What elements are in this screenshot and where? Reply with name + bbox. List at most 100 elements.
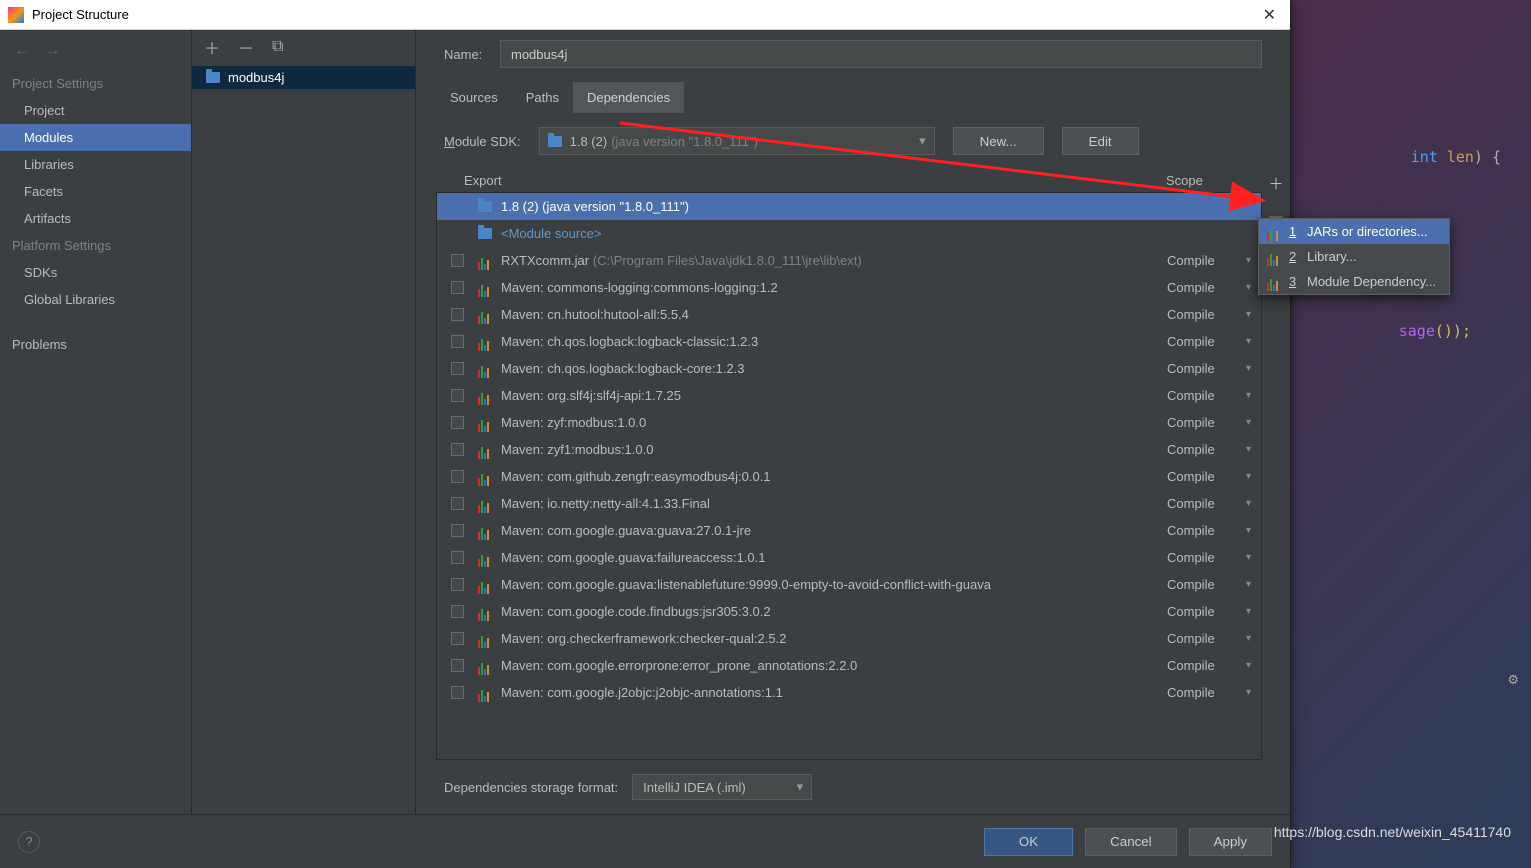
nav-item-modules[interactable]: Modules bbox=[0, 124, 191, 151]
scope-combo[interactable]: Compile bbox=[1167, 658, 1261, 673]
popup-item[interactable]: 1JARs or directories... bbox=[1259, 219, 1449, 244]
scope-combo[interactable]: Compile bbox=[1167, 469, 1261, 484]
dependency-row[interactable]: Maven: zyf1:modbus:1.0.0Compile bbox=[437, 436, 1261, 463]
scope-combo[interactable]: Compile bbox=[1167, 388, 1261, 403]
popup-item-label: Library... bbox=[1307, 249, 1357, 264]
dependency-row[interactable]: 1.8 (2) (java version "1.8.0_111") bbox=[437, 193, 1261, 220]
dependency-row[interactable]: <Module source> bbox=[437, 220, 1261, 247]
storage-format-combo[interactable]: IntelliJ IDEA (.iml) bbox=[632, 774, 812, 800]
export-checkbox[interactable] bbox=[451, 281, 464, 294]
scope-combo[interactable]: Compile bbox=[1167, 604, 1261, 619]
apply-button[interactable]: Apply bbox=[1189, 828, 1272, 856]
dependency-row[interactable]: Maven: com.google.guava:listenablefuture… bbox=[437, 571, 1261, 598]
scope-combo[interactable]: Compile bbox=[1167, 361, 1261, 376]
scope-combo[interactable]: Compile bbox=[1167, 685, 1261, 700]
export-checkbox[interactable] bbox=[451, 605, 464, 618]
export-checkbox[interactable] bbox=[451, 551, 464, 564]
nav-item-artifacts[interactable]: Artifacts bbox=[0, 205, 191, 232]
tab-paths[interactable]: Paths bbox=[512, 82, 573, 113]
library-icon bbox=[1267, 251, 1281, 263]
dependency-row[interactable]: Maven: com.google.code.findbugs:jsr305:3… bbox=[437, 598, 1261, 625]
export-checkbox[interactable] bbox=[451, 524, 464, 537]
nav-item-facets[interactable]: Facets bbox=[0, 178, 191, 205]
nav-item-global-libraries[interactable]: Global Libraries bbox=[0, 286, 191, 313]
close-icon[interactable]: ✕ bbox=[1257, 5, 1282, 25]
nav-item-project[interactable]: Project bbox=[0, 97, 191, 124]
popup-item-number: 2 bbox=[1289, 249, 1299, 264]
module-name-input[interactable] bbox=[500, 40, 1262, 68]
dependency-row[interactable]: Maven: com.google.j2objc:j2objc-annotati… bbox=[437, 679, 1261, 706]
export-checkbox[interactable] bbox=[451, 389, 464, 402]
scope-combo[interactable]: Compile bbox=[1167, 631, 1261, 646]
scope-combo[interactable]: Compile bbox=[1167, 550, 1261, 565]
dependency-row[interactable]: Maven: commons-logging:commons-logging:1… bbox=[437, 274, 1261, 301]
sdk-edit-button[interactable]: Edit bbox=[1062, 127, 1139, 155]
dependency-row[interactable]: Maven: ch.qos.logback:logback-classic:1.… bbox=[437, 328, 1261, 355]
dependency-row[interactable]: Maven: com.github.zengfr:easymodbus4j:0.… bbox=[437, 463, 1261, 490]
dependency-row[interactable]: Maven: org.slf4j:slf4j-api:1.7.25Compile bbox=[437, 382, 1261, 409]
scope-combo[interactable]: Compile bbox=[1167, 280, 1261, 295]
dependency-list[interactable]: 1.8 (2) (java version "1.8.0_111")<Modul… bbox=[436, 192, 1262, 760]
module-sdk-combo[interactable]: 1.8 (2) (java version "1.8.0_111") bbox=[539, 127, 935, 155]
library-icon bbox=[478, 687, 492, 699]
dependency-row[interactable]: Maven: cn.hutool:hutool-all:5.5.4Compile bbox=[437, 301, 1261, 328]
scope-combo[interactable]: Compile bbox=[1167, 253, 1261, 268]
export-checkbox[interactable] bbox=[451, 416, 464, 429]
tab-dependencies[interactable]: Dependencies bbox=[573, 82, 684, 113]
dependency-row[interactable]: Maven: org.checkerframework:checker-qual… bbox=[437, 625, 1261, 652]
export-checkbox[interactable] bbox=[451, 470, 464, 483]
library-icon bbox=[478, 390, 492, 402]
add-module-icon[interactable]: ＋ bbox=[204, 35, 220, 59]
export-checkbox[interactable] bbox=[451, 659, 464, 672]
cancel-button[interactable]: Cancel bbox=[1085, 828, 1177, 856]
copy-module-icon[interactable]: ⧉ bbox=[272, 38, 283, 56]
dependency-row[interactable]: Maven: io.netty:netty-all:4.1.33.FinalCo… bbox=[437, 490, 1261, 517]
export-checkbox[interactable] bbox=[451, 362, 464, 375]
export-checkbox[interactable] bbox=[451, 686, 464, 699]
scope-combo[interactable]: Compile bbox=[1167, 577, 1261, 592]
dependency-label: Maven: org.checkerframework:checker-qual… bbox=[501, 631, 1167, 646]
nav-item-libraries[interactable]: Libraries bbox=[0, 151, 191, 178]
library-icon bbox=[478, 363, 492, 375]
export-checkbox[interactable] bbox=[451, 335, 464, 348]
forward-icon[interactable]: → bbox=[44, 42, 60, 59]
scope-combo[interactable]: Compile bbox=[1167, 442, 1261, 457]
library-icon bbox=[478, 417, 492, 429]
export-checkbox[interactable] bbox=[451, 497, 464, 510]
export-checkbox[interactable] bbox=[451, 443, 464, 456]
back-icon[interactable]: ← bbox=[14, 42, 30, 59]
export-checkbox[interactable] bbox=[451, 254, 464, 267]
library-icon bbox=[1267, 276, 1281, 288]
nav-category-platform: Platform Settings bbox=[0, 232, 191, 259]
library-icon bbox=[478, 525, 492, 537]
dependency-row[interactable]: Maven: com.google.guava:failureaccess:1.… bbox=[437, 544, 1261, 571]
popup-item[interactable]: 2 Library... bbox=[1259, 244, 1449, 269]
ok-button[interactable]: OK bbox=[984, 828, 1073, 856]
library-icon bbox=[478, 633, 492, 645]
help-icon[interactable]: ? bbox=[18, 831, 40, 853]
export-checkbox[interactable] bbox=[451, 578, 464, 591]
nav-item-problems[interactable]: Problems bbox=[0, 331, 191, 358]
export-checkbox[interactable] bbox=[451, 308, 464, 321]
sdk-new-button[interactable]: New... bbox=[953, 127, 1044, 155]
nav-item-sdks[interactable]: SDKs bbox=[0, 259, 191, 286]
module-tree-item[interactable]: modbus4j bbox=[192, 66, 415, 89]
dependency-row[interactable]: Maven: com.google.guava:guava:27.0.1-jre… bbox=[437, 517, 1261, 544]
scope-combo[interactable]: Compile bbox=[1167, 415, 1261, 430]
dependency-label: Maven: ch.qos.logback:logback-classic:1.… bbox=[501, 334, 1167, 349]
popup-item[interactable]: 3Module Dependency... bbox=[1259, 269, 1449, 294]
dependency-row[interactable]: Maven: com.google.errorprone:error_prone… bbox=[437, 652, 1261, 679]
remove-module-icon[interactable]: － bbox=[238, 35, 254, 59]
nav-category-project: Project Settings bbox=[0, 70, 191, 97]
scope-combo[interactable]: Compile bbox=[1167, 307, 1261, 322]
scope-combo[interactable]: Compile bbox=[1167, 334, 1261, 349]
scope-combo[interactable]: Compile bbox=[1167, 523, 1261, 538]
add-dependency-popup[interactable]: 1JARs or directories... 2 Library... 3Modul… bbox=[1258, 218, 1450, 295]
dependency-row[interactable]: RXTXcomm.jar (C:\Program Files\Java\jdk1… bbox=[437, 247, 1261, 274]
dependency-row[interactable]: Maven: ch.qos.logback:logback-core:1.2.3… bbox=[437, 355, 1261, 382]
export-checkbox[interactable] bbox=[451, 632, 464, 645]
gear-icon[interactable]: ⚙ bbox=[1507, 672, 1519, 688]
dependency-row[interactable]: Maven: zyf:modbus:1.0.0Compile bbox=[437, 409, 1261, 436]
scope-combo[interactable]: Compile bbox=[1167, 496, 1261, 511]
add-dependency-icon[interactable]: ＋ bbox=[1268, 173, 1283, 194]
